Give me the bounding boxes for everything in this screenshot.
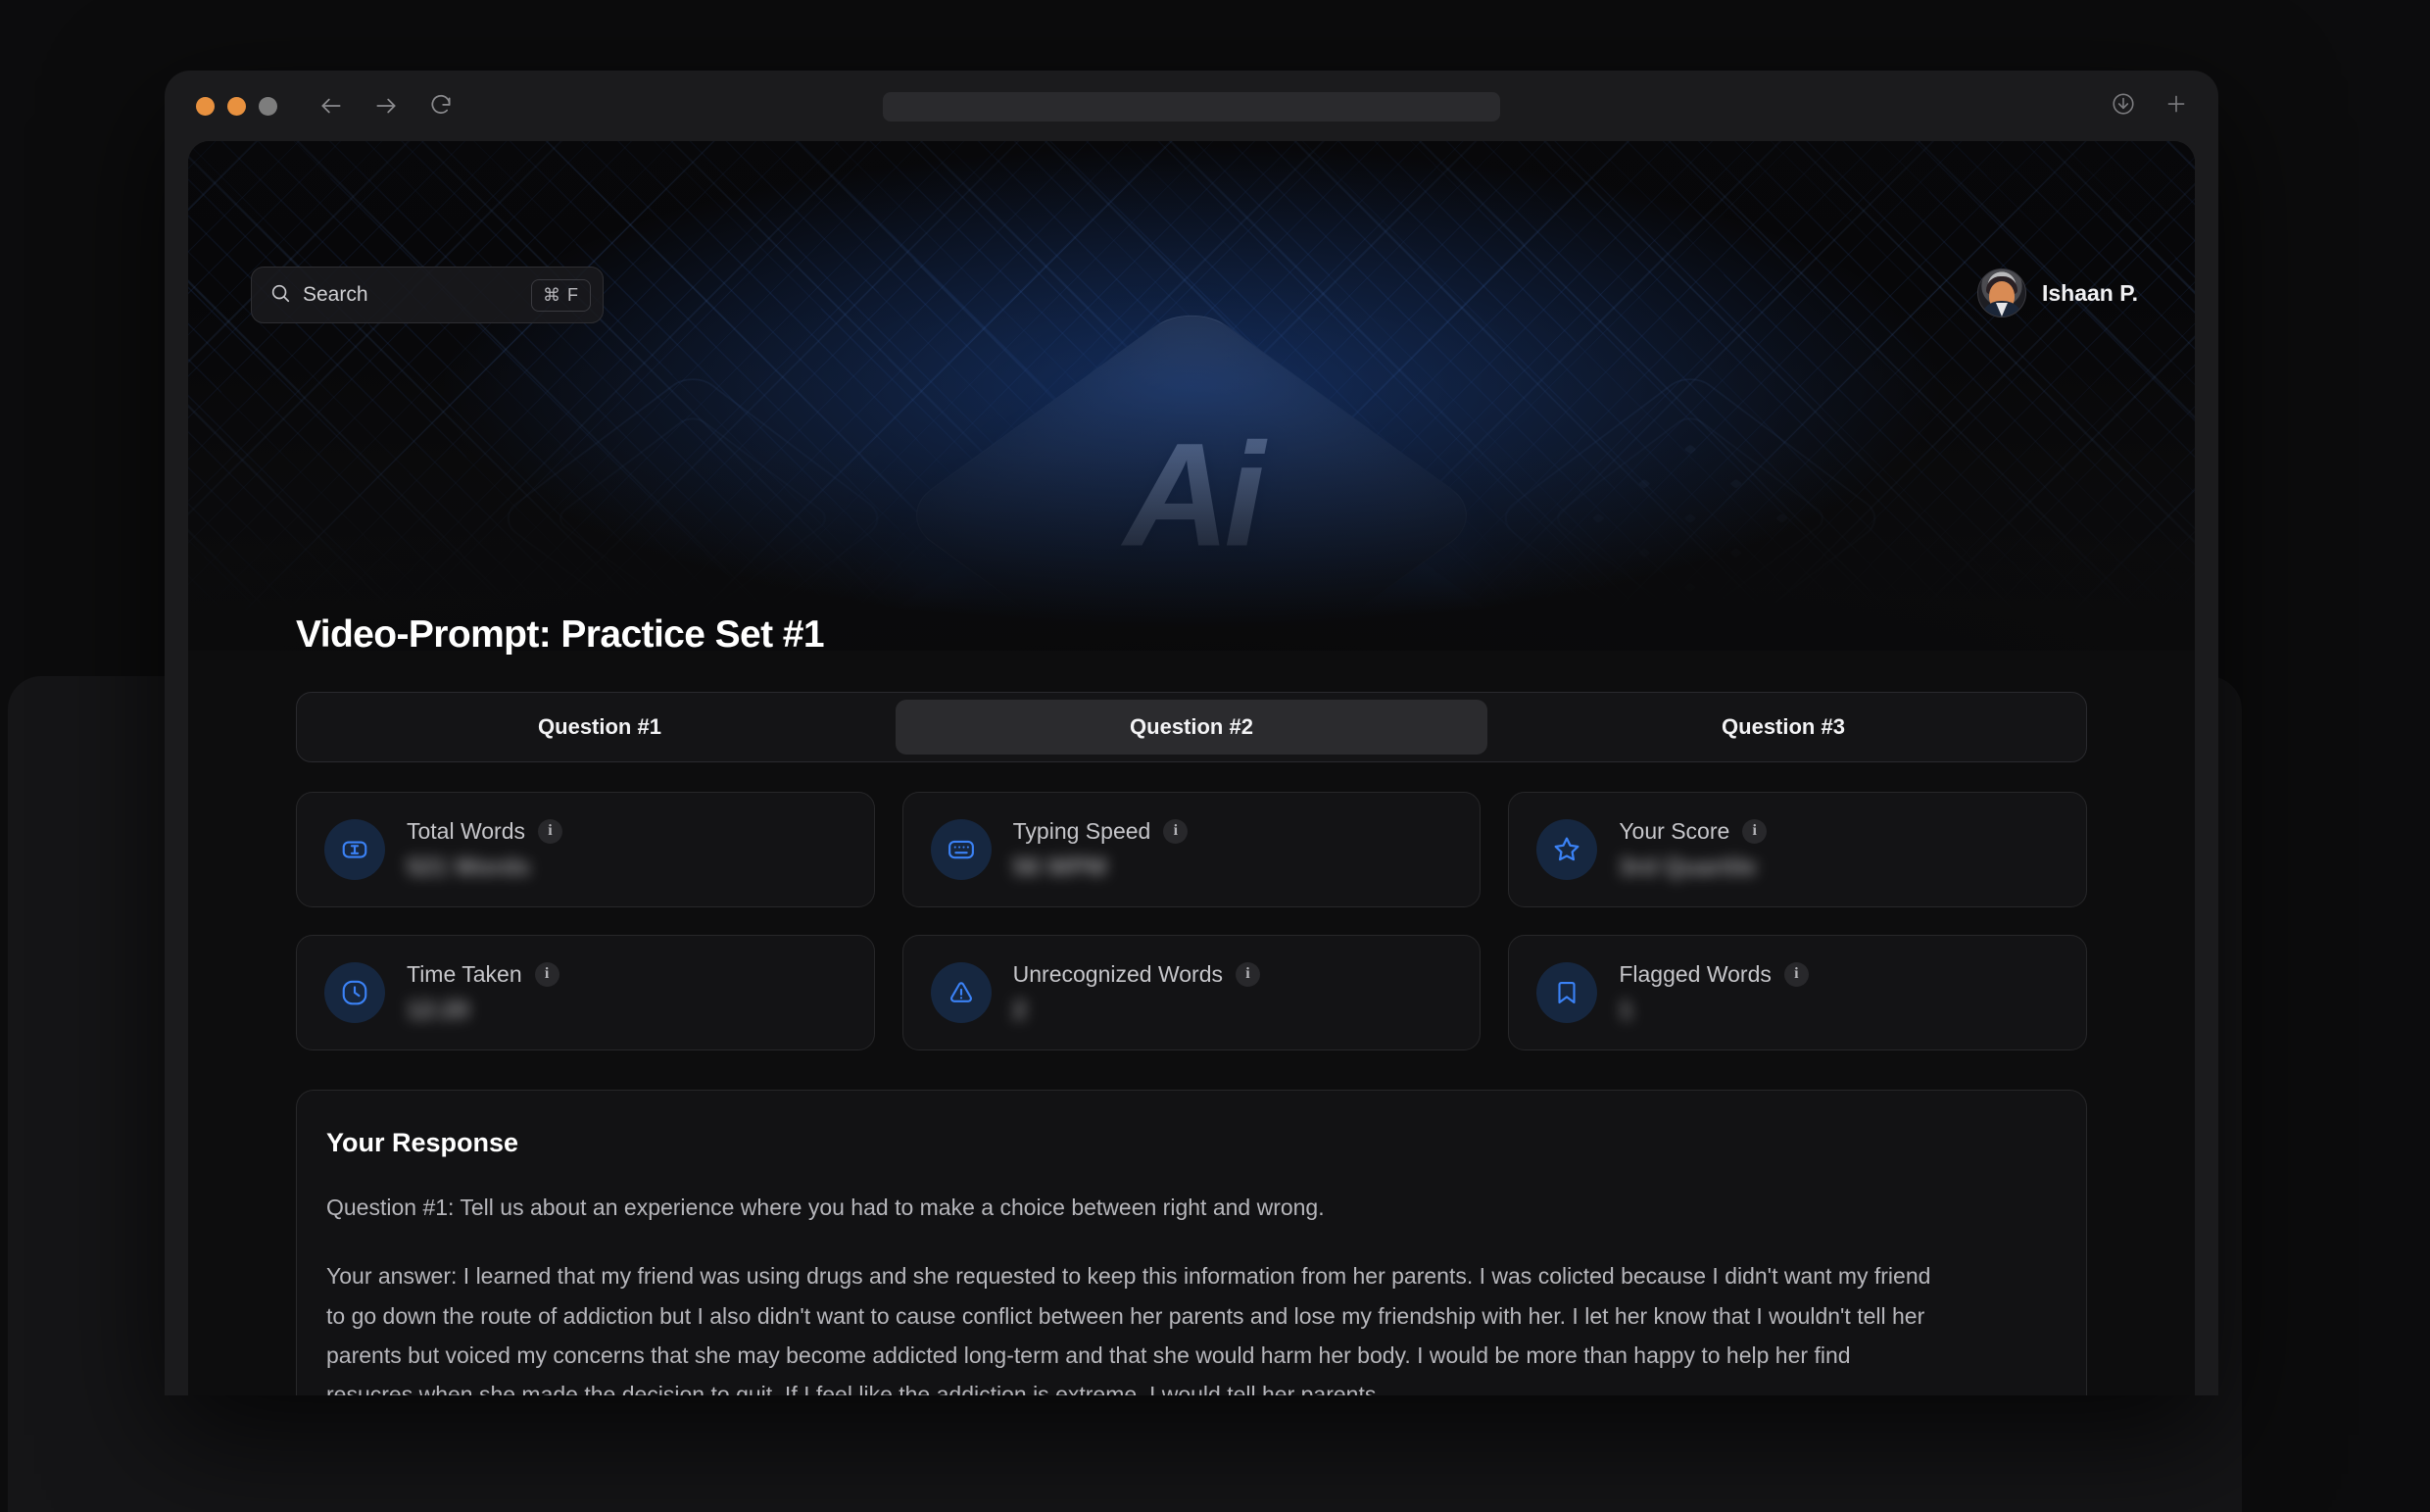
stat-card-unrecognized-words: Unrecognized Words i 2 bbox=[901, 935, 1482, 1050]
user-menu[interactable]: Ishaan P. bbox=[1976, 268, 2138, 317]
info-icon[interactable]: i bbox=[1742, 818, 1768, 844]
info-icon[interactable]: i bbox=[534, 961, 559, 987]
minimize-window-button[interactable] bbox=[227, 96, 246, 116]
main-content: Video-Prompt: Practice Set #1 Question #… bbox=[188, 141, 2195, 1395]
stat-label: Your Score bbox=[1619, 817, 1730, 844]
user-name: Ishaan P. bbox=[2041, 279, 2138, 306]
search-input[interactable]: Search ⌘ F bbox=[251, 267, 604, 323]
search-placeholder: Search bbox=[303, 283, 368, 306]
clock-icon bbox=[324, 962, 385, 1023]
info-icon[interactable]: i bbox=[1783, 961, 1809, 987]
question-tabs: Question #1 Question #2 Question #3 bbox=[296, 692, 2087, 762]
response-answer: Your answer: I learned that my friend wa… bbox=[326, 1263, 1931, 1395]
info-icon[interactable]: i bbox=[1236, 961, 1261, 987]
stat-card-flagged-words: Flagged Words i 1 bbox=[1508, 935, 2087, 1050]
tab-question-3[interactable]: Question #3 bbox=[1487, 700, 2079, 755]
stat-value: 12:20 bbox=[407, 996, 469, 1024]
stat-value: 56 WPM bbox=[1012, 853, 1107, 881]
search-shortcut-badge: ⌘ F bbox=[531, 278, 591, 312]
search-icon bbox=[269, 282, 291, 309]
page-viewport: Ai Search ⌘ F Ishaan P. bbox=[188, 141, 2195, 1395]
stat-card-time-taken: Time Taken i 12:20 bbox=[296, 935, 875, 1050]
forward-arrow-icon[interactable] bbox=[373, 93, 399, 119]
stat-label: Time Taken bbox=[407, 960, 522, 987]
page-title: Video-Prompt: Practice Set #1 bbox=[296, 613, 825, 656]
download-icon[interactable] bbox=[2111, 91, 2136, 122]
avatar bbox=[1976, 268, 2026, 317]
tab-question-2[interactable]: Question #2 bbox=[896, 700, 1487, 755]
response-panel: Your Response Question #1: Tell us about… bbox=[296, 1090, 2087, 1395]
stat-card-typing-speed: Typing Speed i 56 WPM bbox=[901, 792, 1482, 907]
stat-card-total-words: Total Words i 521 Words bbox=[296, 792, 875, 907]
warning-triangle-icon bbox=[930, 962, 992, 1023]
maximize-window-button[interactable] bbox=[259, 96, 277, 116]
text-cursor-icon bbox=[324, 819, 385, 880]
stat-label: Flagged Words bbox=[1619, 960, 1772, 987]
tab-question-1[interactable]: Question #1 bbox=[304, 700, 896, 755]
keyboard-icon bbox=[930, 819, 992, 880]
bookmark-icon bbox=[1536, 962, 1598, 1023]
response-question: Question #1: Tell us about an experience… bbox=[326, 1195, 1325, 1220]
stat-label: Typing Speed bbox=[1012, 817, 1151, 844]
star-icon bbox=[1536, 819, 1598, 880]
window-controls[interactable] bbox=[196, 96, 277, 116]
stat-card-your-score: Your Score i 3rd Quartile bbox=[1508, 792, 2087, 907]
stat-value: 1 bbox=[1619, 996, 1633, 1024]
stat-value: 2 bbox=[1012, 996, 1027, 1024]
stats-grid: Total Words i 521 Words Typing Speed i 5… bbox=[296, 792, 2087, 1050]
screen: Ai Search ⌘ F Ishaan P. bbox=[0, 0, 2430, 1512]
info-icon[interactable]: i bbox=[1163, 818, 1189, 844]
stat-label: Unrecognized Words bbox=[1012, 960, 1224, 987]
reload-icon[interactable] bbox=[428, 93, 454, 119]
plus-icon[interactable] bbox=[2163, 91, 2189, 122]
browser-window: Ai Search ⌘ F Ishaan P. bbox=[165, 71, 2218, 1395]
browser-titlebar bbox=[165, 71, 2218, 141]
close-window-button[interactable] bbox=[196, 96, 215, 116]
back-arrow-icon[interactable] bbox=[318, 93, 344, 119]
address-bar[interactable] bbox=[883, 92, 1500, 122]
info-icon[interactable]: i bbox=[538, 818, 563, 844]
stat-value: 3rd Quartile bbox=[1619, 853, 1757, 881]
stat-label: Total Words bbox=[407, 817, 526, 844]
response-heading: Your Response bbox=[326, 1128, 519, 1157]
stat-value: 521 Words bbox=[407, 853, 530, 881]
